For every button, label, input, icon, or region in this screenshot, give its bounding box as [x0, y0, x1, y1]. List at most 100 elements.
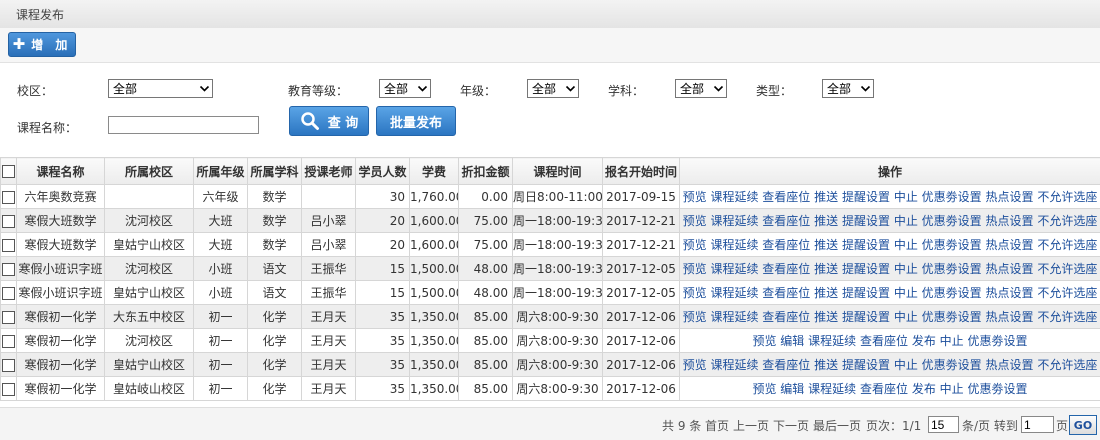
op-link[interactable]: 预览 — [683, 262, 707, 276]
op-link[interactable]: 预览 — [683, 214, 707, 228]
course-name-input[interactable] — [108, 116, 259, 134]
op-link[interactable]: 课程延续 — [710, 238, 758, 252]
op-link[interactable]: 查看座位 — [762, 238, 810, 252]
op-link[interactable]: 课程延续 — [808, 382, 856, 396]
query-button[interactable]: 查 询 — [289, 106, 369, 136]
op-link[interactable]: 课程延续 — [710, 190, 758, 204]
op-link[interactable]: 热点设置 — [986, 238, 1034, 252]
select-all-checkbox[interactable] — [2, 165, 15, 178]
op-link[interactable]: 中止 — [894, 310, 918, 324]
row-checkbox[interactable] — [2, 335, 15, 348]
op-link[interactable]: 查看座位 — [762, 190, 810, 204]
op-link[interactable]: 提醒设置 — [842, 214, 890, 228]
op-link[interactable]: 提醒设置 — [842, 190, 890, 204]
op-link[interactable]: 预览 — [683, 238, 707, 252]
row-select-cell[interactable] — [1, 329, 17, 353]
page-size-input[interactable] — [928, 416, 959, 433]
op-link[interactable]: 查看座位 — [762, 262, 810, 276]
row-checkbox[interactable] — [2, 215, 15, 228]
op-link[interactable]: 中止 — [894, 358, 918, 372]
op-link[interactable]: 课程延续 — [710, 262, 758, 276]
op-link[interactable]: 查看座位 — [762, 214, 810, 228]
op-link[interactable]: 提醒设置 — [842, 262, 890, 276]
row-select-cell[interactable] — [1, 377, 17, 401]
row-checkbox[interactable] — [2, 311, 15, 324]
op-link[interactable]: 优惠劵设置 — [922, 214, 982, 228]
campus-select[interactable]: 全部 — [108, 79, 213, 98]
op-link[interactable]: 预览 — [683, 190, 707, 204]
op-link[interactable]: 查看座位 — [762, 358, 810, 372]
op-link[interactable]: 提醒设置 — [842, 310, 890, 324]
row-select-cell[interactable] — [1, 305, 17, 329]
op-link[interactable]: 热点设置 — [986, 190, 1034, 204]
op-link[interactable]: 中止 — [894, 238, 918, 252]
op-link[interactable]: 提醒设置 — [842, 238, 890, 252]
op-link[interactable]: 优惠劵设置 — [922, 358, 982, 372]
op-link[interactable]: 优惠劵设置 — [922, 238, 982, 252]
op-link[interactable]: 查看座位 — [860, 382, 908, 396]
go-button[interactable]: GO — [1069, 415, 1097, 435]
op-link[interactable]: 提醒设置 — [842, 286, 890, 300]
row-checkbox[interactable] — [2, 239, 15, 252]
row-checkbox[interactable] — [2, 287, 15, 300]
op-link[interactable]: 课程延续 — [710, 358, 758, 372]
op-link[interactable]: 发布 — [912, 382, 936, 396]
op-link[interactable]: 优惠劵设置 — [922, 310, 982, 324]
row-checkbox[interactable] — [2, 383, 15, 396]
op-link[interactable]: 中止 — [894, 262, 918, 276]
op-link[interactable]: 查看座位 — [860, 334, 908, 348]
op-link[interactable]: 课程延续 — [710, 214, 758, 228]
subject-select[interactable]: 全部 — [675, 79, 727, 98]
op-link[interactable]: 课程延续 — [710, 286, 758, 300]
op-link[interactable]: 中止 — [894, 286, 918, 300]
op-link[interactable]: 推送 — [814, 238, 838, 252]
op-link[interactable]: 提醒设置 — [842, 358, 890, 372]
op-link[interactable]: 查看座位 — [762, 310, 810, 324]
grade-select[interactable]: 全部 — [527, 79, 579, 98]
op-link[interactable]: 课程延续 — [710, 310, 758, 324]
select-all-cell[interactable] — [1, 158, 17, 185]
op-link[interactable]: 不允许选座 — [1037, 214, 1097, 228]
op-link[interactable]: 优惠劵设置 — [968, 334, 1028, 348]
op-link[interactable]: 推送 — [814, 310, 838, 324]
op-link[interactable]: 热点设置 — [986, 214, 1034, 228]
op-link[interactable]: 优惠劵设置 — [968, 382, 1028, 396]
add-button[interactable]: ✚ 增 加 — [8, 32, 76, 57]
op-link[interactable]: 优惠劵设置 — [922, 190, 982, 204]
op-link[interactable]: 热点设置 — [986, 262, 1034, 276]
prev-page-link[interactable]: 上一页 — [733, 417, 769, 434]
row-checkbox[interactable] — [2, 263, 15, 276]
op-link[interactable]: 查看座位 — [762, 286, 810, 300]
row-select-cell[interactable] — [1, 185, 17, 209]
row-checkbox[interactable] — [2, 359, 15, 372]
op-link[interactable]: 热点设置 — [986, 286, 1034, 300]
op-link[interactable]: 推送 — [814, 358, 838, 372]
op-link[interactable]: 预览 — [683, 286, 707, 300]
op-link[interactable]: 优惠劵设置 — [922, 286, 982, 300]
op-link[interactable]: 推送 — [814, 190, 838, 204]
row-select-cell[interactable] — [1, 233, 17, 257]
op-link[interactable]: 热点设置 — [986, 358, 1034, 372]
op-link[interactable]: 中止 — [940, 382, 964, 396]
op-link[interactable]: 不允许选座 — [1037, 310, 1097, 324]
op-link[interactable]: 预览 — [683, 310, 707, 324]
row-checkbox[interactable] — [2, 191, 15, 204]
op-link[interactable]: 课程延续 — [808, 334, 856, 348]
op-link[interactable]: 编辑 — [780, 382, 804, 396]
goto-page-input[interactable] — [1021, 416, 1054, 433]
op-link[interactable]: 预览 — [752, 382, 776, 396]
op-link[interactable]: 推送 — [814, 262, 838, 276]
op-link[interactable]: 发布 — [912, 334, 936, 348]
row-select-cell[interactable] — [1, 281, 17, 305]
op-link[interactable]: 优惠劵设置 — [922, 262, 982, 276]
row-select-cell[interactable] — [1, 209, 17, 233]
op-link[interactable]: 不允许选座 — [1037, 358, 1097, 372]
row-select-cell[interactable] — [1, 257, 17, 281]
op-link[interactable]: 热点设置 — [986, 310, 1034, 324]
op-link[interactable]: 不允许选座 — [1037, 190, 1097, 204]
op-link[interactable]: 推送 — [814, 286, 838, 300]
op-link[interactable]: 不允许选座 — [1037, 286, 1097, 300]
op-link[interactable]: 推送 — [814, 214, 838, 228]
op-link[interactable]: 不允许选座 — [1037, 238, 1097, 252]
last-page-link[interactable]: 最后一页 — [813, 417, 861, 434]
